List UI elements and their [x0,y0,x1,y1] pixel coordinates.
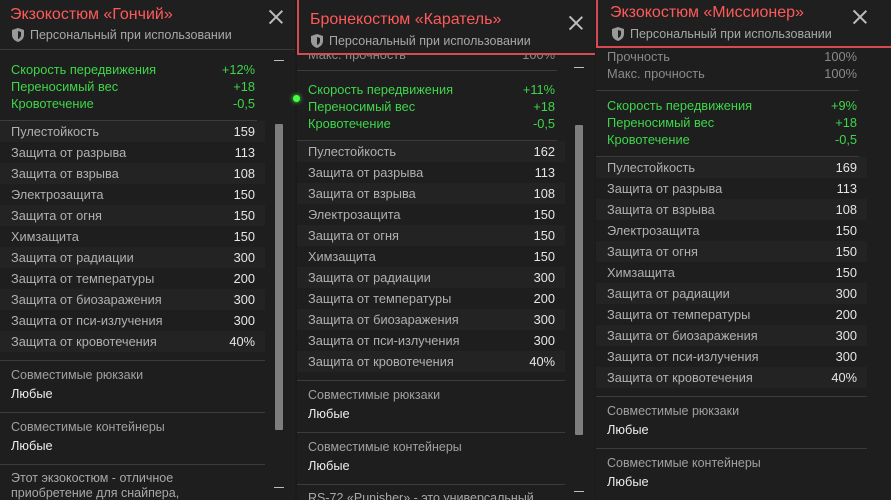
stat-row: Химзащита 150 [308,249,555,264]
binding-info: Персональный при использовании [612,27,832,41]
stat-row: Защита от биозаражения 300 [596,325,867,346]
stat-row: Защита от температуры 200 [607,307,857,322]
binding-info: Персональный при использовании [311,34,531,48]
protection-stats: Пулестойкость 169 Защита от разрыва 113 За… [596,157,867,388]
item-description: Этот экзокостюм - отличное приобретение … [0,464,265,500]
bonus-stats: Скорость передвижения +12% Переносимый ве… [0,61,265,112]
stat-row: Защита от температуры 200 [11,271,255,286]
cursor-indicator [293,95,300,102]
stat-row: Защита от кровотечения 40% [297,351,565,372]
stat-row: Защита от разрыва 113 [11,145,255,160]
tooltip-header: Бронекостюм «Каратель» Персональный при … [297,0,595,55]
stat-row: Защита от температуры 200 [308,291,555,306]
stat-row: Электрозащита 150 [308,207,555,222]
stat-row: Защита от разрыва 113 [308,165,555,180]
scrollbar-thumb[interactable] [575,125,583,435]
stat-row: Электрозащита 150 [607,223,857,238]
close-icon[interactable] [269,10,283,24]
stat-row: Защита от разрыва 113 [607,181,857,196]
stat-row: Химзащита 150 [607,265,857,280]
stat-row-speed: Скорость передвижения +12% [11,62,255,77]
stat-row-weight: Переносимый вес +18 [11,79,255,94]
stats-list: Скорость передвижения +12% Переносимый ве… [0,61,265,500]
stat-row-bleed: Кровотечение -0,5 [11,96,255,111]
stat-row: Защита от биозаражения 300 [297,309,565,330]
stat-row-bleed: Кровотечение -0,5 [308,116,555,131]
protection-stats: Пулестойкость 159 Защита от разрыва 113 За… [0,121,265,352]
binding-text: Персональный при использовании [630,27,832,41]
tooltip-header: Экзокостюм «Гончий» Персональный при исп… [0,0,295,50]
shield-icon [12,28,24,42]
stat-row-bleed: Кровотечение -0,5 [607,132,857,147]
stat-row: Пулестойкость 169 [596,157,867,178]
stat-row: Химзащита 150 [11,229,255,244]
compatible-backpacks: Совместимые рюкзаки Любые [596,396,867,448]
close-icon[interactable] [853,10,867,24]
binding-text: Персональный при использовании [30,28,232,42]
stat-row: Защита от взрыва 108 [596,199,867,220]
compatible-backpacks: Совместимые рюкзаки Любые [0,360,265,412]
stats-list: Макс. прочность 100% Скорость передвижени… [297,48,565,500]
item-title: Экзокостюм «Гончий» [10,6,173,23]
stat-row-speed: Скорость передвижения +9% [607,98,857,113]
stat-row: Электрозащита 150 [11,187,255,202]
stat-row-speed: Скорость передвижения +11% [308,82,555,97]
stat-row: Защита от радиации 300 [0,247,265,268]
binding-info: Персональный при использовании [12,28,232,42]
item-tooltip-karatel: Макс. прочность 100% Скорость передвижени… [297,0,595,500]
stat-row-weight: Переносимый вес +18 [308,99,555,114]
item-title: Бронекостюм «Каратель» [310,11,502,28]
stat-row: Защита от взрыва 108 [0,163,265,184]
stat-row: Защита от огня 150 [596,241,867,262]
tooltip-header: Экзокостюм «Миссионер» Персональный при … [596,0,891,48]
stat-row: Защита от радиации 300 [596,283,867,304]
stat-row: Защита от кровотечения 40% [0,331,265,352]
compatible-backpacks: Совместимые рюкзаки Любые [297,380,565,432]
shield-icon [311,34,323,48]
binding-text: Персональный при использовании [329,34,531,48]
stat-row: Защита от пси-излучения 300 [308,333,555,348]
stat-row-durability: Прочность 100% [607,49,857,64]
scroll-up-marker [574,67,584,68]
stat-row: Защита от огня 150 [0,205,265,226]
compatible-containers: Совместимые контейнеры Любые [0,412,265,464]
item-title: Экзокостюм «Миссионер» [610,4,804,21]
stat-row: Защита от биозаражения 300 [0,289,265,310]
compatible-containers: Совместимые контейнеры Любые [596,448,867,500]
protection-stats: Пулестойкость 162 Защита от разрыва 113 За… [297,141,565,372]
stat-row-max-durability: Макс. прочность 100% [607,66,857,81]
bonus-stats: Скорость передвижения +9% Переносимый вес… [596,97,867,148]
stat-row-weight: Переносимый вес +18 [607,115,857,130]
scroll-up-marker [274,60,284,61]
scroll-down-marker [274,487,284,488]
stat-row: Пулестойкость 162 [297,141,565,162]
scroll-down-marker [574,491,584,492]
stats-list: Прочность 100% Макс. прочность 100% Скорос… [596,48,867,500]
bonus-stats: Скорость передвижения +11% Переносимый ве… [297,81,565,132]
stat-row: Пулестойкость 159 [0,121,265,142]
stat-row: Защита от кровотечения 40% [596,367,867,388]
close-icon[interactable] [569,16,583,30]
stat-row: Защита от пси-излучения 300 [607,349,857,364]
shield-icon [612,27,624,41]
stat-row: Защита от радиации 300 [297,267,565,288]
stat-row: Защита от огня 150 [297,225,565,246]
item-tooltip-gonchiy: Экзокостюм «Гончий» Персональный при исп… [0,0,295,500]
item-description: RS-72 «Punisher» - это универсальный [297,484,565,500]
compatible-containers: Совместимые контейнеры Любые [297,432,565,484]
stat-row: Защита от взрыва 108 [297,183,565,204]
stat-row: Защита от пси-излучения 300 [11,313,255,328]
scrollbar-thumb[interactable] [275,124,283,430]
item-tooltip-missioner: Прочность 100% Макс. прочность 100% Скорос… [596,0,891,500]
